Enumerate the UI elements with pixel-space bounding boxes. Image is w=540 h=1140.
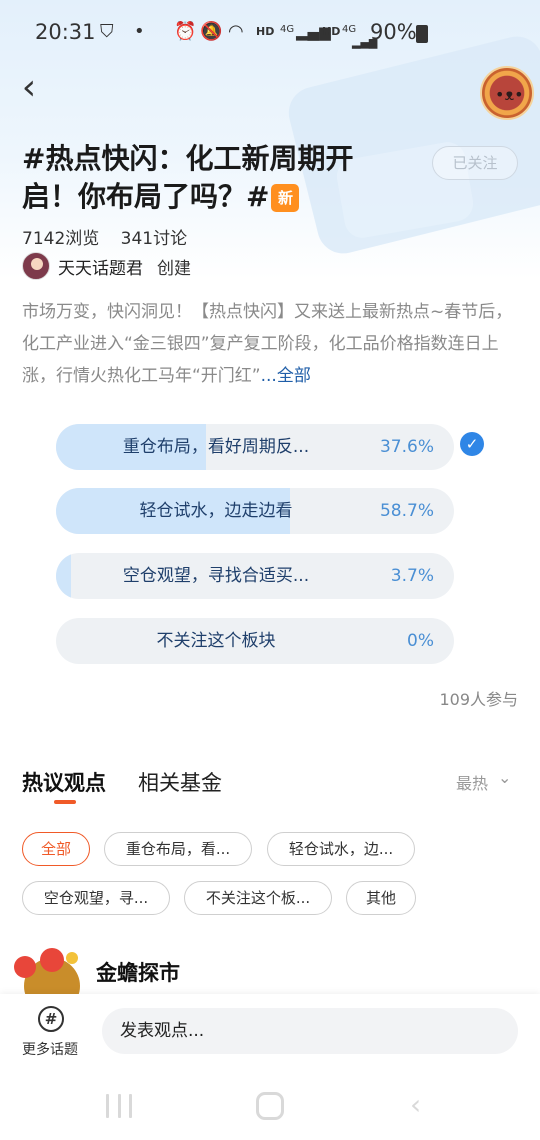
more-topics-label[interactable]: 更多话题 bbox=[22, 1039, 78, 1059]
poll-option-label: 重仓布局，看好周期反... bbox=[122, 437, 310, 457]
creator-name[interactable]: 天天话题君 bbox=[58, 254, 143, 279]
recent-apps-icon[interactable] bbox=[106, 1094, 132, 1118]
chevron-down-icon[interactable]: ⌄ bbox=[498, 768, 511, 787]
filter-chip-all[interactable]: 全部 bbox=[22, 832, 90, 866]
view-count: 7142浏览 bbox=[22, 229, 100, 249]
poll-option-3[interactable]: 空仓观望，寻找合适买... 3.7% bbox=[56, 553, 454, 599]
decoration-dot bbox=[66, 952, 78, 964]
topic-title: #热点快闪：化工新周期开启！你布局了吗？# bbox=[22, 142, 354, 213]
hashtag-icon[interactable]: # bbox=[38, 1006, 64, 1032]
poll-option-1[interactable]: 重仓布局，看好周期反... 37.6% bbox=[56, 424, 454, 470]
poll-option-label: 轻仓试水，边走边看 bbox=[139, 501, 293, 521]
tab-related-funds[interactable]: 相关基金 bbox=[138, 767, 222, 797]
network-label: 4G bbox=[280, 24, 295, 35]
participant-count: 109人参与 bbox=[439, 690, 518, 709]
filter-chip-ignore[interactable]: 不关注这个板... bbox=[184, 881, 332, 915]
topic-title-block: #热点快闪：化工新周期开启！你布局了吗？# 新 bbox=[22, 140, 382, 216]
follow-button[interactable]: 已关注 bbox=[432, 146, 518, 180]
status-time: 20:31 bbox=[35, 20, 96, 44]
post-author-name[interactable]: 金蟾探市 bbox=[96, 957, 180, 987]
tab-hot-opinions[interactable]: 热议观点 bbox=[22, 767, 106, 797]
poll-option-percent: 37.6% bbox=[379, 437, 434, 457]
hd-label: HD bbox=[256, 25, 275, 38]
filter-chip-heavy[interactable]: 重仓布局，看... bbox=[104, 832, 252, 866]
shield-icon: ⛉ bbox=[100, 21, 114, 42]
new-badge: 新 bbox=[271, 184, 300, 212]
discussion-count: 341讨论 bbox=[120, 229, 188, 249]
creator-action: 创建 bbox=[157, 258, 191, 279]
poll-option-percent: 58.7% bbox=[379, 501, 434, 521]
back-button[interactable]: ‹ bbox=[14, 70, 44, 110]
poll-option-percent: 3.7% bbox=[390, 566, 434, 586]
filter-chip-other[interactable]: 其他 bbox=[346, 881, 416, 915]
poll-option-2[interactable]: 轻仓试水，边走边看 58.7% bbox=[56, 488, 454, 534]
topic-description: 市场万变，快闪洞见！【热点快闪】又来送上最新热点~春节后，化工产业进入“金三银四… bbox=[22, 296, 522, 392]
back-nav-icon[interactable]: ‹ bbox=[410, 1088, 421, 1121]
creator-avatar[interactable] bbox=[22, 252, 50, 280]
avatar-face-icon: •ᴥ• bbox=[495, 85, 524, 104]
dot-icon: • bbox=[134, 21, 145, 42]
alarm-icon: ⏰ bbox=[174, 21, 197, 42]
wifi-icon: ◠ bbox=[228, 21, 244, 42]
opinion-input[interactable]: 发表观点... bbox=[102, 1008, 518, 1054]
active-tab-indicator bbox=[54, 800, 76, 804]
filter-chip-empty[interactable]: 空仓观望，寻... bbox=[22, 881, 170, 915]
status-bar: 20:31 ⛉ • ⏰ 🔕 ◠ HD 4G ▂▄▆ HD 4G ▂▄▆ 90% bbox=[0, 0, 540, 68]
poll-option-percent: 0% bbox=[407, 631, 434, 651]
filter-chip-light[interactable]: 轻仓试水，边... bbox=[267, 832, 415, 866]
creator-row[interactable]: 天天话题君 创建 bbox=[22, 252, 191, 280]
decoration-dot bbox=[14, 956, 36, 978]
home-icon[interactable] bbox=[256, 1092, 284, 1120]
selected-check-icon: ✓ bbox=[460, 432, 484, 456]
mute-icon: 🔕 bbox=[200, 21, 223, 42]
expand-link[interactable]: ...全部 bbox=[261, 366, 311, 386]
topic-stats: 7142浏览 341讨论 bbox=[22, 224, 203, 249]
sort-dropdown[interactable]: 最热 bbox=[456, 770, 488, 794]
poll-option-label: 空仓观望，寻找合适买... bbox=[122, 566, 310, 586]
poll-option-label: 不关注这个板块 bbox=[156, 631, 276, 651]
user-avatar[interactable]: •ᴥ• bbox=[480, 66, 534, 120]
battery-icon bbox=[416, 25, 428, 43]
poll-option-4[interactable]: 不关注这个板块 0% bbox=[56, 618, 454, 664]
battery-percent: 90% bbox=[370, 20, 417, 44]
decoration-dot bbox=[40, 948, 64, 972]
hd-label: HD bbox=[322, 25, 341, 38]
